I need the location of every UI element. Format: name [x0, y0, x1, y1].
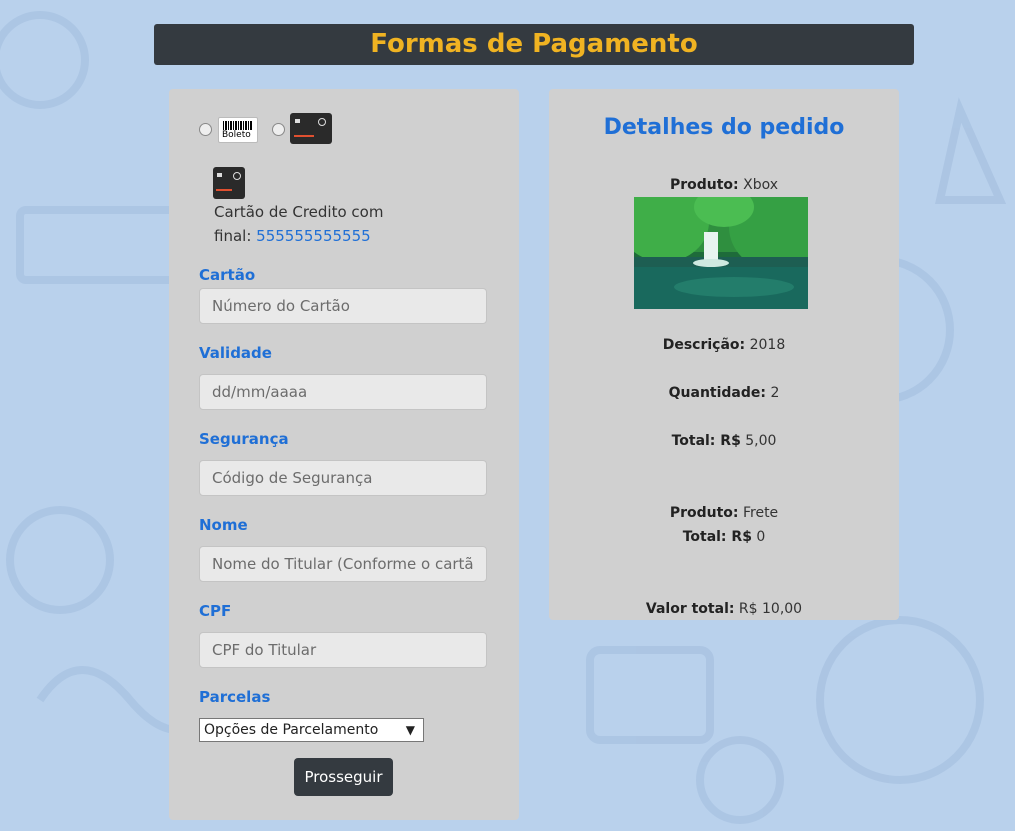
- shipping-total-line: Total: R$ 0: [682, 529, 766, 545]
- saved-card-icon: [213, 167, 245, 199]
- saved-card-prefix: final:: [214, 227, 252, 245]
- order-details-panel: Detalhes do pedido Produto: Xbox Descriç…: [549, 89, 899, 620]
- quantity-line: Quantidade: 2: [668, 385, 780, 401]
- cardholder-name-input[interactable]: [199, 546, 487, 582]
- security-code-label: Segurança: [199, 430, 289, 448]
- boleto-radio[interactable]: [199, 123, 212, 136]
- boleto-icon: Boleto: [218, 117, 258, 143]
- expiry-label: Validade: [199, 344, 272, 362]
- expiry-input[interactable]: [199, 374, 487, 410]
- description-line: Descrição: 2018: [662, 337, 786, 353]
- installments-selected-value: Opções de Parcelamento: [204, 722, 379, 738]
- proceed-button[interactable]: Prosseguir: [294, 758, 393, 796]
- credit-card-radio[interactable]: [272, 123, 285, 136]
- cpf-label: CPF: [199, 602, 232, 620]
- installments-label: Parcelas: [199, 688, 271, 706]
- dropdown-arrow-icon: ▼: [405, 723, 415, 737]
- saved-card-line1: Cartão de Credito com: [214, 203, 384, 221]
- order-details-title: Detalhes do pedido: [603, 115, 845, 140]
- cpf-input[interactable]: [199, 632, 487, 668]
- cardholder-name-label: Nome: [199, 516, 248, 534]
- grand-total-line: Valor total: R$ 10,00: [645, 601, 803, 617]
- saved-card-number: 555555555555: [256, 227, 371, 245]
- shipping-product-line: Produto: Frete: [669, 505, 779, 521]
- saved-card-info[interactable]: Cartão de Credito com final: 55555555555…: [214, 200, 383, 248]
- credit-card-icon: [290, 113, 332, 144]
- product-line: Produto: Xbox: [669, 177, 779, 193]
- card-number-input[interactable]: [199, 288, 487, 324]
- installments-select[interactable]: Opções de Parcelamento ▼: [199, 718, 424, 742]
- page-header: Formas de Pagamento: [154, 24, 914, 65]
- product-image: [634, 197, 808, 309]
- card-number-label: Cartão: [199, 266, 256, 284]
- page-title: Formas de Pagamento: [370, 29, 698, 59]
- security-code-input[interactable]: [199, 460, 487, 496]
- total-line: Total: R$ 5,00: [671, 433, 777, 449]
